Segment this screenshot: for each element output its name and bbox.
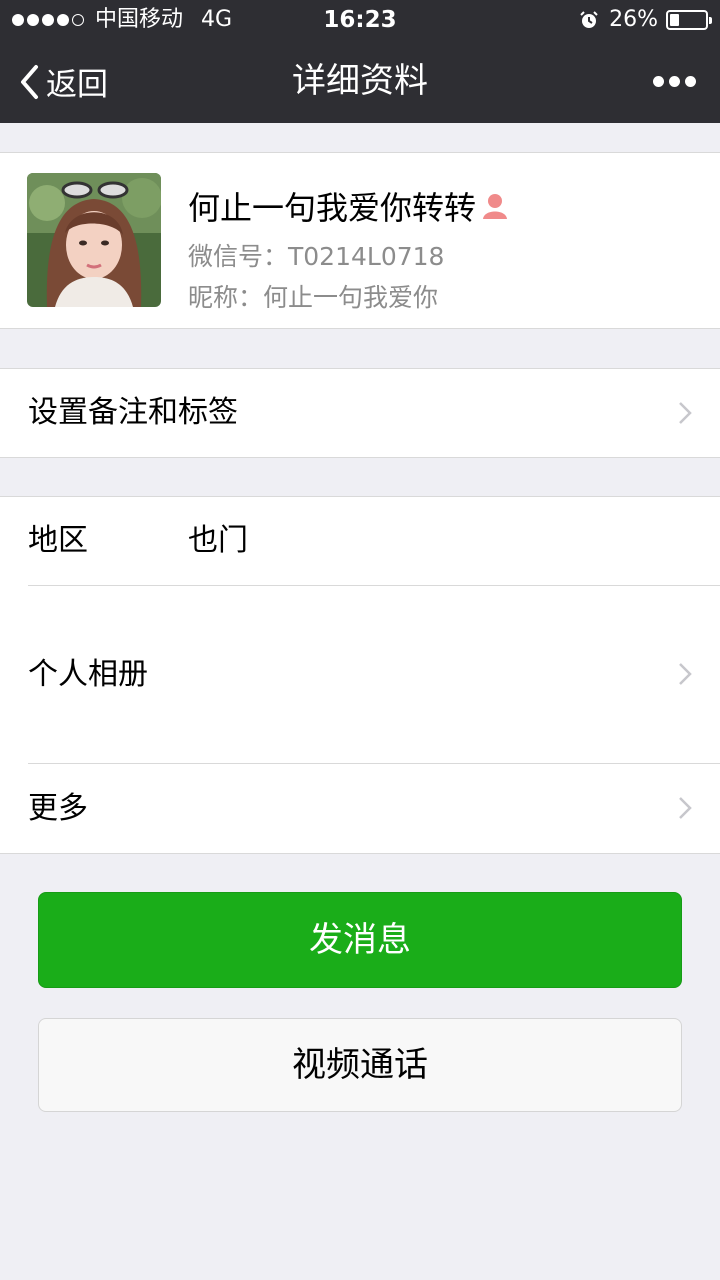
remark-tags-content: 设置备注和标签 — [0, 369, 720, 457]
battery-icon — [666, 10, 712, 30]
send-message-button[interactable]: 发消息 — [38, 892, 682, 988]
chevron-right-icon — [679, 663, 692, 685]
album-row[interactable]: 个人相册 — [0, 586, 720, 763]
alarm-icon — [580, 11, 598, 28]
avatar-image — [27, 173, 161, 307]
nav-bar: 返回 详细资料 — [0, 40, 720, 123]
video-call-button[interactable]: 视频通话 — [38, 1018, 682, 1112]
profile-name: 何止一句我爱你转转 — [188, 189, 477, 227]
remark-tags-row[interactable]: 设置备注和标签 — [0, 368, 720, 458]
avatar[interactable] — [27, 173, 161, 307]
status-right: 26% — [579, 0, 712, 40]
female-icon — [483, 194, 508, 219]
battery-fill — [670, 14, 679, 26]
more-options-button[interactable] — [648, 40, 696, 123]
remark-tags-label: 设置备注和标签 — [28, 395, 238, 430]
more-row[interactable]: 更多 — [0, 764, 720, 853]
page-title: 详细资料 — [292, 61, 428, 101]
region-value: 也门 — [188, 523, 248, 558]
album-label: 个人相册 — [28, 657, 148, 692]
info-group: 地区 也门 个人相册 更多 — [0, 496, 720, 854]
wechat-id: 微信号：T0214L0718 — [188, 242, 445, 271]
profile-name-row: 何止一句我爱你转转 — [188, 183, 510, 229]
more-label: 更多 — [28, 791, 88, 826]
nickname: 昵称：何止一句我爱你 — [188, 283, 439, 312]
profile-card: 何止一句我爱你转转 微信号：T0214L0718 昵称：何止一句我爱你 — [0, 152, 720, 329]
region-label: 地区 — [28, 523, 88, 558]
chevron-right-icon — [679, 797, 692, 819]
region-row: 地区 也门 — [0, 497, 720, 585]
battery-percent: 26% — [609, 7, 658, 32]
status-bar: 中国移动 4G 16:23 26% — [0, 0, 720, 40]
chevron-right-icon — [679, 402, 692, 424]
more-dots-icon — [653, 76, 664, 87]
